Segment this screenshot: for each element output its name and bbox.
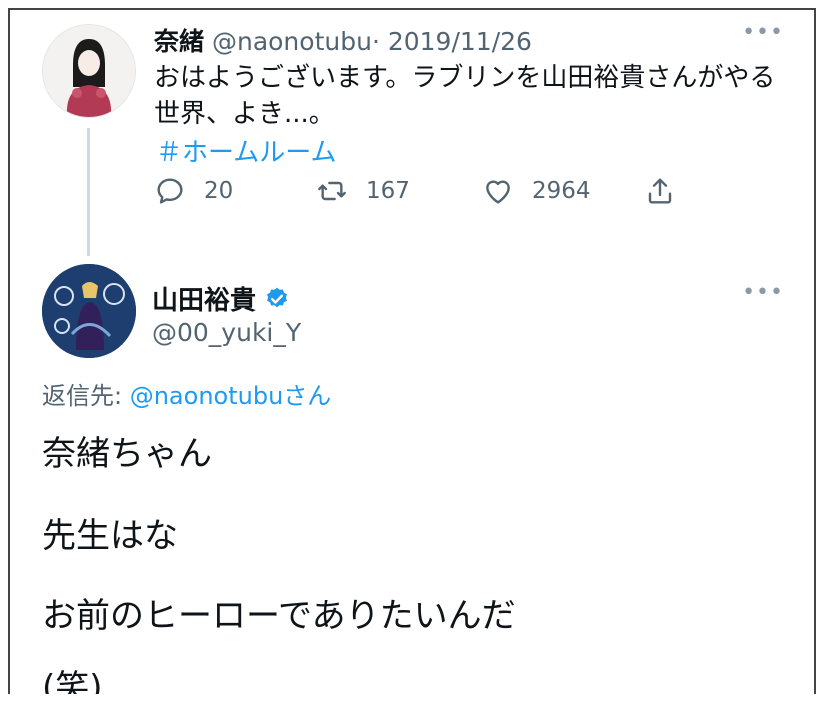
tweet2-display-name-row: 山田裕貴 bbox=[152, 280, 290, 317]
tweet2-text-line: 奈緒ちゃん bbox=[42, 434, 212, 474]
tweet-thread: 奈緒 @naonotubu· 2019/11/26 ••• おはようございます。… bbox=[8, 8, 816, 694]
avatar-illustration bbox=[43, 25, 135, 117]
retweet-button[interactable]: 167 bbox=[316, 175, 410, 207]
verified-badge-icon bbox=[267, 287, 287, 307]
tweet1-text: おはようございます。ラブリンを山田裕貴さんがやる 世界、よき...。 bbox=[154, 60, 794, 132]
retweet-count: 167 bbox=[366, 178, 410, 204]
avatar-naonotubu[interactable] bbox=[42, 24, 136, 118]
tweet1-display-name[interactable]: 奈緒 bbox=[154, 27, 204, 56]
tweet1-header: 奈緒 @naonotubu· 2019/11/26 bbox=[154, 22, 532, 58]
reply-to-prefix: 返信先: bbox=[42, 382, 130, 410]
avatar-illustration bbox=[42, 264, 136, 358]
reply-count: 20 bbox=[204, 178, 234, 204]
tweet2-text-line: 先生はな bbox=[42, 516, 178, 556]
share-button[interactable] bbox=[644, 175, 694, 207]
reply-icon bbox=[157, 178, 183, 204]
tweet1-handle[interactable]: @naonotubu bbox=[212, 27, 372, 56]
avatar-00-yuki-y[interactable] bbox=[42, 264, 136, 358]
retweet-icon bbox=[318, 181, 346, 201]
reply-to-suffix: さん bbox=[283, 382, 332, 410]
tweet2-more-icon[interactable]: ••• bbox=[742, 280, 784, 305]
tweet1-text-line: 世界、よき...。 bbox=[154, 99, 335, 129]
tweet2-display-name[interactable]: 山田裕貴 bbox=[152, 280, 256, 317]
tweet2-text-line: お前のヒーローでありたいんだ bbox=[42, 596, 516, 636]
tweet1-text-line: おはようございます。ラブリンを山田裕貴さんがやる bbox=[154, 63, 776, 93]
tweet1-date-separator: · bbox=[371, 27, 380, 56]
tweet1-date[interactable]: 2019/11/26 bbox=[388, 27, 532, 56]
tweet1-more-icon[interactable]: ••• bbox=[742, 20, 784, 45]
like-button[interactable]: 2964 bbox=[482, 175, 591, 207]
like-count: 2964 bbox=[532, 178, 591, 204]
thread-connector-line bbox=[87, 128, 90, 256]
reply-to-handle-link[interactable]: @naonotubu bbox=[130, 382, 284, 410]
reply-to-line: 返信先: @naonotubuさん bbox=[42, 376, 331, 411]
tweet1-hashtag-link[interactable]: ＃ホームルーム bbox=[156, 132, 336, 169]
tweet2-text-line: (笑) bbox=[42, 668, 103, 694]
tweet2-handle[interactable]: @00_yuki_Y bbox=[152, 318, 301, 347]
reply-button[interactable]: 20 bbox=[154, 175, 233, 207]
like-icon bbox=[486, 180, 510, 204]
share-icon bbox=[648, 178, 672, 204]
tweet1-action-bar: 20 167 2964 bbox=[154, 175, 714, 215]
